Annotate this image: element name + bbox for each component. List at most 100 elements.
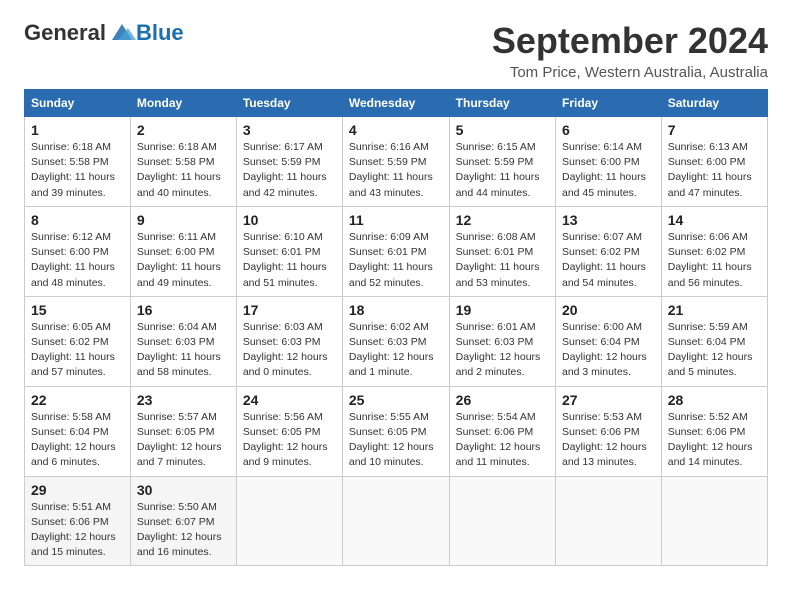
day-number: 22 bbox=[31, 392, 124, 408]
day-info: Sunrise: 6:18 AMSunset: 5:58 PMDaylight:… bbox=[31, 140, 124, 201]
day-info: Sunrise: 5:51 AMSunset: 6:06 PMDaylight:… bbox=[31, 500, 124, 561]
day-info: Sunrise: 6:00 AMSunset: 6:04 PMDaylight:… bbox=[562, 320, 655, 381]
weekday-header: Saturday bbox=[661, 90, 767, 117]
calendar-cell: 12 Sunrise: 6:08 AMSunset: 6:01 PMDayligh… bbox=[449, 206, 555, 296]
logo-icon bbox=[108, 22, 136, 44]
day-info: Sunrise: 5:58 AMSunset: 6:04 PMDaylight:… bbox=[31, 410, 124, 471]
day-number: 9 bbox=[137, 212, 230, 228]
weekday-header: Sunday bbox=[25, 90, 131, 117]
day-info: Sunrise: 5:52 AMSunset: 6:06 PMDaylight:… bbox=[668, 410, 761, 471]
calendar-cell: 26 Sunrise: 5:54 AMSunset: 6:06 PMDayligh… bbox=[449, 386, 555, 476]
calendar-cell bbox=[342, 476, 449, 566]
day-number: 25 bbox=[349, 392, 443, 408]
day-info: Sunrise: 5:50 AMSunset: 6:07 PMDaylight:… bbox=[137, 500, 230, 561]
day-info: Sunrise: 5:57 AMSunset: 6:05 PMDaylight:… bbox=[137, 410, 230, 471]
calendar-cell bbox=[236, 476, 342, 566]
day-number: 30 bbox=[137, 482, 230, 498]
day-number: 10 bbox=[243, 212, 336, 228]
day-number: 27 bbox=[562, 392, 655, 408]
weekday-header: Monday bbox=[130, 90, 236, 117]
day-number: 26 bbox=[456, 392, 549, 408]
day-number: 3 bbox=[243, 122, 336, 138]
day-info: Sunrise: 6:11 AMSunset: 6:00 PMDaylight:… bbox=[137, 230, 230, 291]
day-info: Sunrise: 6:17 AMSunset: 5:59 PMDaylight:… bbox=[243, 140, 336, 201]
weekday-header: Friday bbox=[555, 90, 661, 117]
calendar-cell: 23 Sunrise: 5:57 AMSunset: 6:05 PMDayligh… bbox=[130, 386, 236, 476]
day-number: 2 bbox=[137, 122, 230, 138]
day-info: Sunrise: 6:18 AMSunset: 5:58 PMDaylight:… bbox=[137, 140, 230, 201]
location-subtitle: Tom Price, Western Australia, Australia bbox=[492, 64, 768, 81]
calendar-cell: 10 Sunrise: 6:10 AMSunset: 6:01 PMDayligh… bbox=[236, 206, 342, 296]
calendar-cell: 1 Sunrise: 6:18 AMSunset: 5:58 PMDaylight… bbox=[25, 117, 131, 207]
day-number: 14 bbox=[668, 212, 761, 228]
day-number: 6 bbox=[562, 122, 655, 138]
day-info: Sunrise: 6:10 AMSunset: 6:01 PMDaylight:… bbox=[243, 230, 336, 291]
day-number: 21 bbox=[668, 302, 761, 318]
weekday-header: Tuesday bbox=[236, 90, 342, 117]
calendar-cell: 15 Sunrise: 6:05 AMSunset: 6:02 PMDayligh… bbox=[25, 296, 131, 386]
day-number: 16 bbox=[137, 302, 230, 318]
day-info: Sunrise: 5:59 AMSunset: 6:04 PMDaylight:… bbox=[668, 320, 761, 381]
calendar-cell: 6 Sunrise: 6:14 AMSunset: 6:00 PMDaylight… bbox=[555, 117, 661, 207]
logo: General Blue bbox=[24, 20, 184, 46]
calendar-cell: 21 Sunrise: 5:59 AMSunset: 6:04 PMDayligh… bbox=[661, 296, 767, 386]
calendar-week-row: 29Sunrise: 5:51 AMSunset: 6:06 PMDayligh… bbox=[25, 476, 768, 566]
day-number: 28 bbox=[668, 392, 761, 408]
calendar-cell: 17 Sunrise: 6:03 AMSunset: 6:03 PMDayligh… bbox=[236, 296, 342, 386]
day-number: 5 bbox=[456, 122, 549, 138]
weekday-header: Wednesday bbox=[342, 90, 449, 117]
day-info: Sunrise: 6:02 AMSunset: 6:03 PMDaylight:… bbox=[349, 320, 443, 381]
calendar-cell: 29Sunrise: 5:51 AMSunset: 6:06 PMDayligh… bbox=[25, 476, 131, 566]
calendar-cell: 24 Sunrise: 5:56 AMSunset: 6:05 PMDayligh… bbox=[236, 386, 342, 476]
day-number: 7 bbox=[668, 122, 761, 138]
calendar-header-row: SundayMondayTuesdayWednesdayThursdayFrid… bbox=[25, 90, 768, 117]
day-number: 23 bbox=[137, 392, 230, 408]
calendar-cell: 4 Sunrise: 6:16 AMSunset: 5:59 PMDaylight… bbox=[342, 117, 449, 207]
day-info: Sunrise: 6:07 AMSunset: 6:02 PMDaylight:… bbox=[562, 230, 655, 291]
calendar-cell bbox=[449, 476, 555, 566]
day-number: 19 bbox=[456, 302, 549, 318]
calendar-cell: 3 Sunrise: 6:17 AMSunset: 5:59 PMDaylight… bbox=[236, 117, 342, 207]
calendar-week-row: 22 Sunrise: 5:58 AMSunset: 6:04 PMDayligh… bbox=[25, 386, 768, 476]
logo-general-text: General bbox=[24, 20, 106, 46]
calendar-cell bbox=[555, 476, 661, 566]
day-number: 12 bbox=[456, 212, 549, 228]
calendar-week-row: 8Sunrise: 6:12 AMSunset: 6:00 PMDaylight… bbox=[25, 206, 768, 296]
day-info: Sunrise: 6:16 AMSunset: 5:59 PMDaylight:… bbox=[349, 140, 443, 201]
header: General Blue September 2024 Tom Price, W… bbox=[24, 20, 768, 81]
calendar-cell: 18 Sunrise: 6:02 AMSunset: 6:03 PMDayligh… bbox=[342, 296, 449, 386]
calendar-cell: 2 Sunrise: 6:18 AMSunset: 5:58 PMDaylight… bbox=[130, 117, 236, 207]
day-number: 4 bbox=[349, 122, 443, 138]
calendar-cell: 11Sunrise: 6:09 AMSunset: 6:01 PMDayligh… bbox=[342, 206, 449, 296]
day-info: Sunrise: 6:05 AMSunset: 6:02 PMDaylight:… bbox=[31, 320, 124, 381]
calendar-cell: 20 Sunrise: 6:00 AMSunset: 6:04 PMDayligh… bbox=[555, 296, 661, 386]
calendar-week-row: 15 Sunrise: 6:05 AMSunset: 6:02 PMDayligh… bbox=[25, 296, 768, 386]
day-number: 24 bbox=[243, 392, 336, 408]
day-number: 11 bbox=[349, 212, 443, 228]
day-info: Sunrise: 6:12 AMSunset: 6:00 PMDaylight:… bbox=[31, 230, 124, 291]
day-info: Sunrise: 6:06 AMSunset: 6:02 PMDaylight:… bbox=[668, 230, 761, 291]
title-area: September 2024 Tom Price, Western Austra… bbox=[492, 20, 768, 81]
day-number: 20 bbox=[562, 302, 655, 318]
calendar-table: SundayMondayTuesdayWednesdayThursdayFrid… bbox=[24, 89, 768, 566]
day-info: Sunrise: 5:54 AMSunset: 6:06 PMDaylight:… bbox=[456, 410, 549, 471]
day-number: 1 bbox=[31, 122, 124, 138]
calendar-cell: 22 Sunrise: 5:58 AMSunset: 6:04 PMDayligh… bbox=[25, 386, 131, 476]
day-info: Sunrise: 6:03 AMSunset: 6:03 PMDaylight:… bbox=[243, 320, 336, 381]
day-info: Sunrise: 6:01 AMSunset: 6:03 PMDaylight:… bbox=[456, 320, 549, 381]
logo-blue-text: Blue bbox=[136, 20, 184, 46]
day-info: Sunrise: 6:14 AMSunset: 6:00 PMDaylight:… bbox=[562, 140, 655, 201]
calendar-cell: 14 Sunrise: 6:06 AMSunset: 6:02 PMDayligh… bbox=[661, 206, 767, 296]
day-info: Sunrise: 6:13 AMSunset: 6:00 PMDaylight:… bbox=[668, 140, 761, 201]
calendar-cell bbox=[661, 476, 767, 566]
day-info: Sunrise: 6:08 AMSunset: 6:01 PMDaylight:… bbox=[456, 230, 549, 291]
day-number: 17 bbox=[243, 302, 336, 318]
day-info: Sunrise: 6:15 AMSunset: 5:59 PMDaylight:… bbox=[456, 140, 549, 201]
calendar-cell: 7 Sunrise: 6:13 AMSunset: 6:00 PMDaylight… bbox=[661, 117, 767, 207]
weekday-header: Thursday bbox=[449, 90, 555, 117]
calendar-cell: 27Sunrise: 5:53 AMSunset: 6:06 PMDayligh… bbox=[555, 386, 661, 476]
day-number: 15 bbox=[31, 302, 124, 318]
day-info: Sunrise: 5:56 AMSunset: 6:05 PMDaylight:… bbox=[243, 410, 336, 471]
day-number: 18 bbox=[349, 302, 443, 318]
day-info: Sunrise: 6:04 AMSunset: 6:03 PMDaylight:… bbox=[137, 320, 230, 381]
